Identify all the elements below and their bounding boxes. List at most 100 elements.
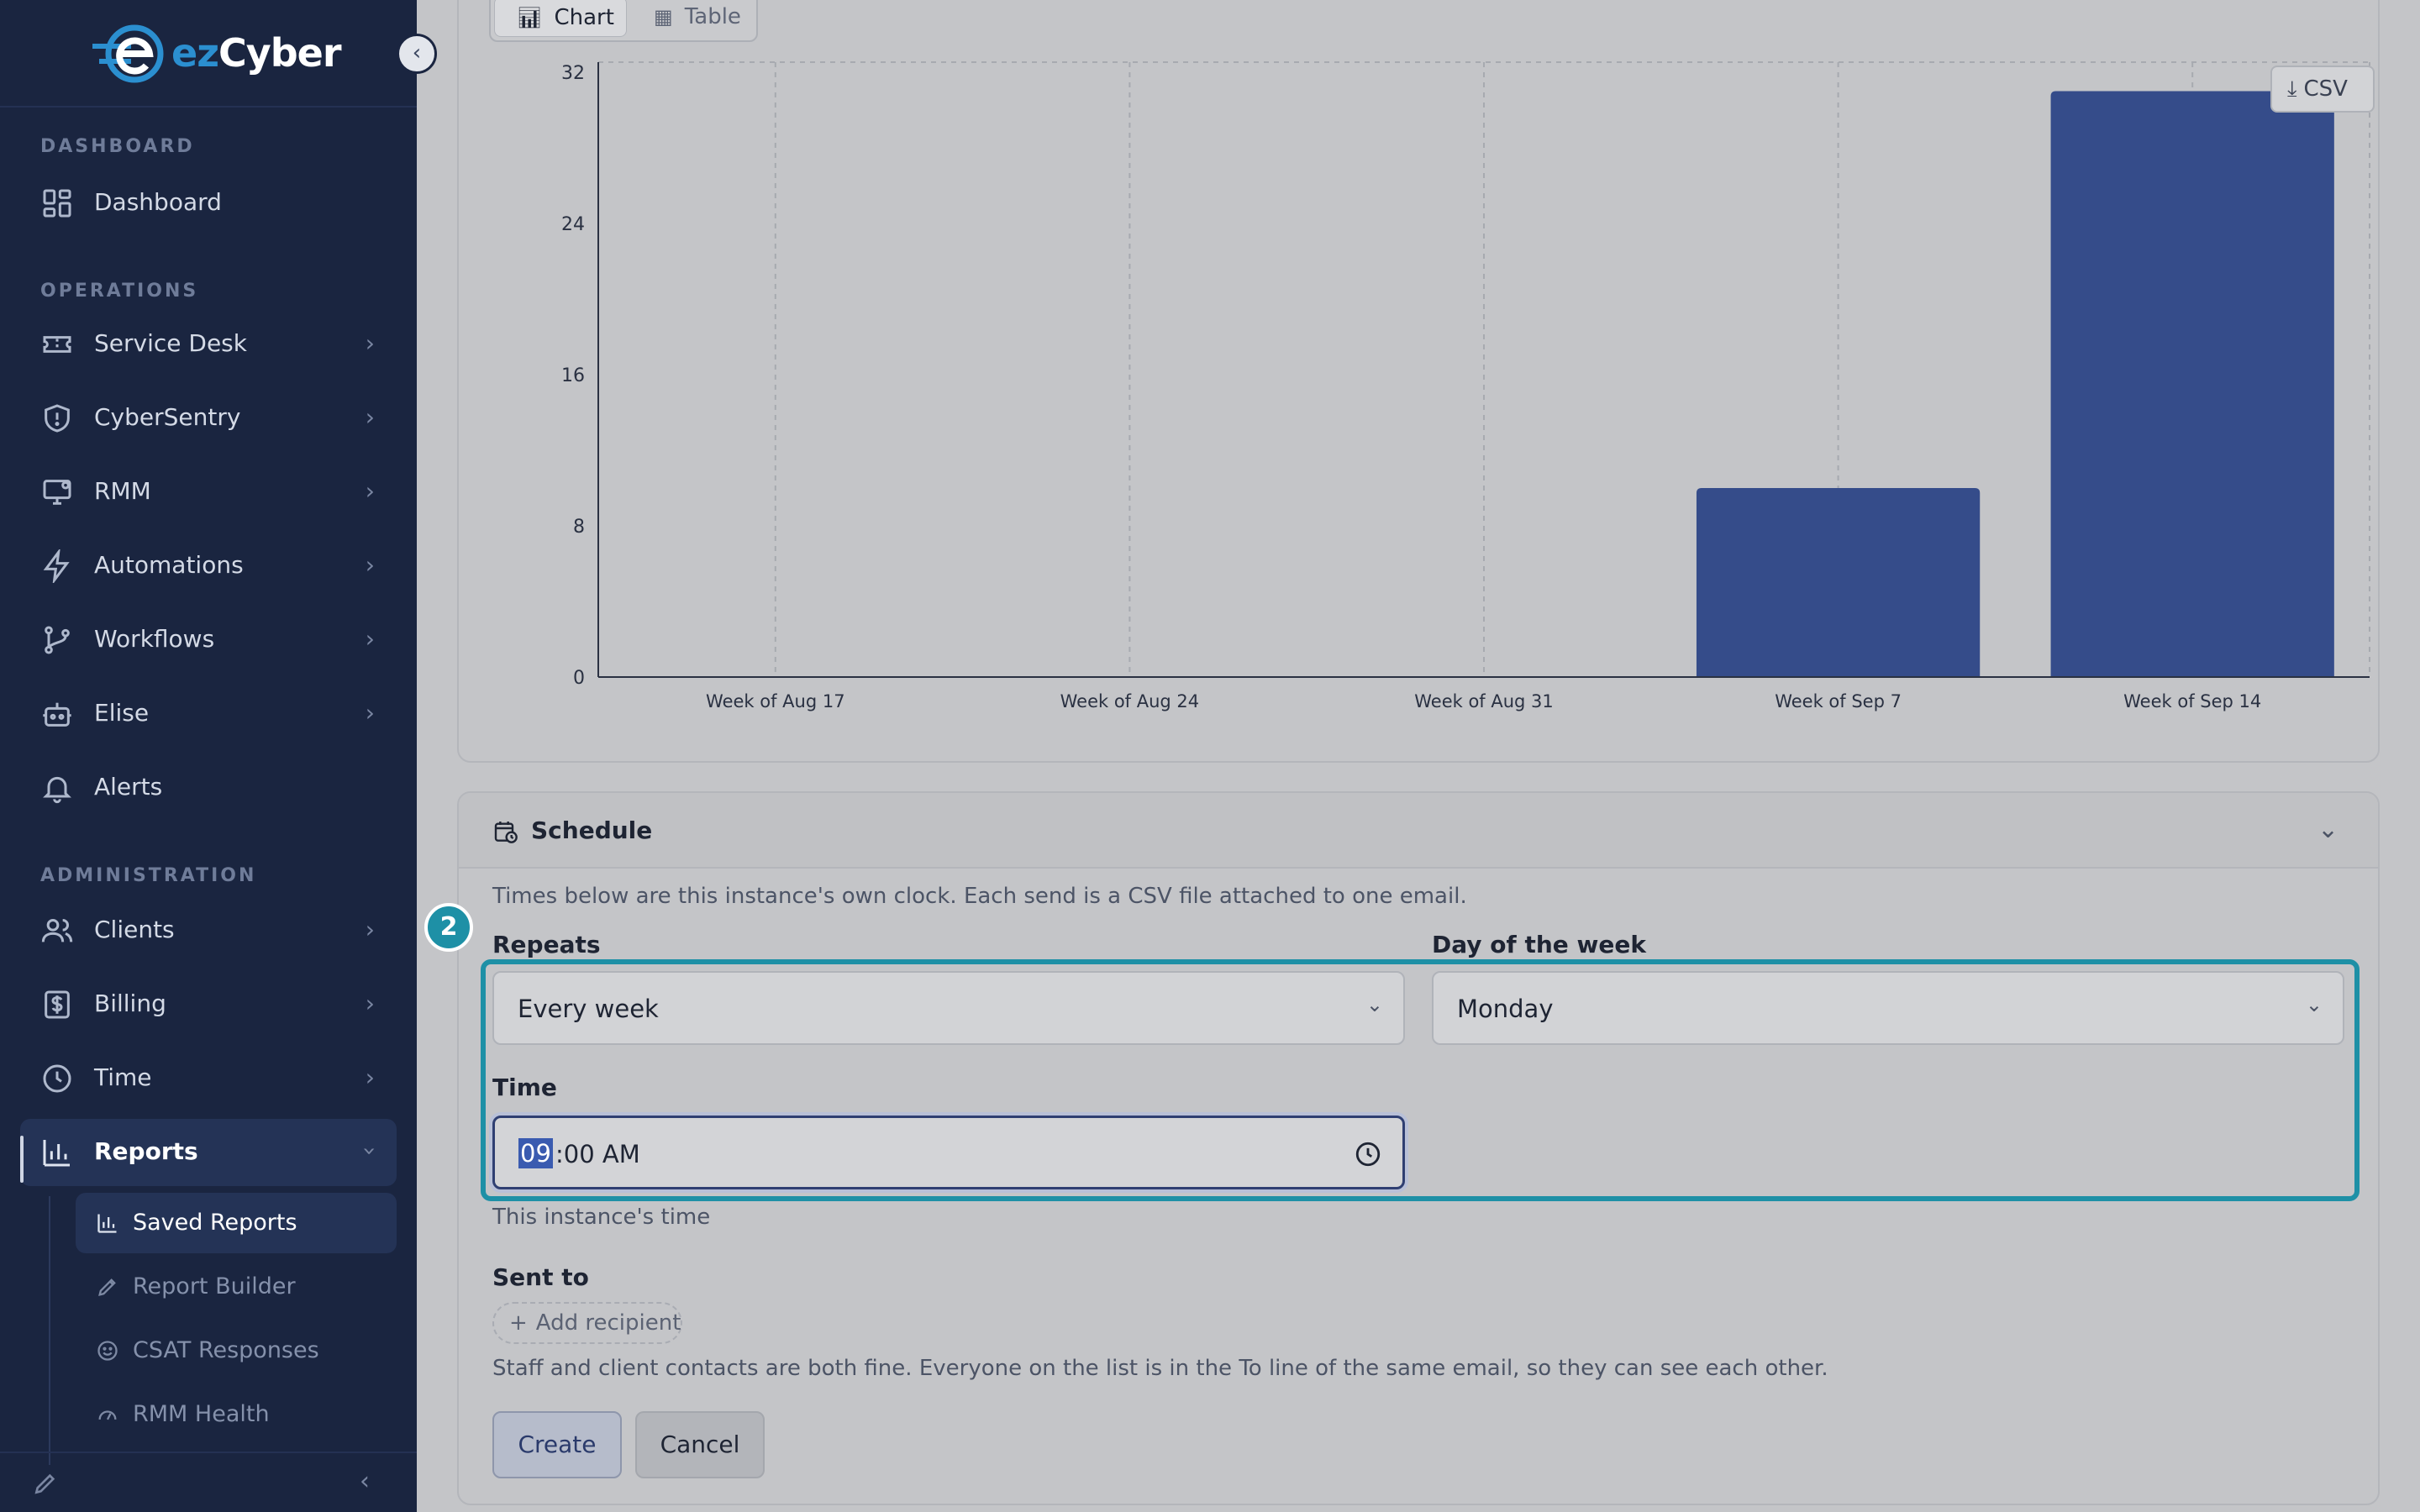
y-tick-label: 24 <box>561 214 585 235</box>
chevron-left-icon[interactable]: ‹ <box>360 1467 370 1496</box>
ezcyber-logo[interactable]: ezCyber <box>91 20 342 87</box>
git-branch-icon <box>40 623 74 657</box>
dashboard-icon <box>40 186 74 220</box>
chevron-down-icon[interactable]: ⌄ <box>2317 815 2338 844</box>
schedule-title: Schedule <box>531 816 653 844</box>
sidebar-item-clients[interactable]: Clients › <box>20 897 397 964</box>
sidebar-item-cybersentry[interactable]: CyberSentry › <box>20 385 397 452</box>
bell-icon <box>40 771 74 805</box>
y-tick-label: 0 <box>573 668 585 689</box>
x-tick-label: Week of Aug 17 <box>706 691 845 711</box>
step-highlight-box <box>481 959 2360 1201</box>
logo-wordmark: ezCyber <box>171 30 342 76</box>
sidebar-subitem-label: RMM Health <box>133 1401 270 1427</box>
chevron-right-icon: › <box>365 990 375 1017</box>
sent-to-label: Sent to <box>492 1263 589 1291</box>
sidebar-item-label: Clients <box>94 916 175 943</box>
sidebar-footer: ‹ <box>0 1452 417 1512</box>
x-tick-label: Week of Sep 14 <box>2123 691 2261 711</box>
smile-icon <box>96 1339 119 1362</box>
sidebar-item-workflows[interactable]: Workflows › <box>20 606 397 674</box>
bar-chart-icon <box>40 1136 74 1169</box>
tab-chart[interactable]: 📊︎ Chart <box>494 0 627 37</box>
sidebar-item-label: Automations <box>94 551 244 579</box>
create-button[interactable]: Create <box>492 1411 622 1478</box>
schedule-description: Times below are this instance's own cloc… <box>492 884 1467 909</box>
sidebar-item-automations[interactable]: Automations › <box>20 533 397 600</box>
tab-chart-label: Chart <box>554 5 614 30</box>
logo-mark-icon <box>92 24 164 83</box>
section-label-dashboard: DASHBOARD <box>40 136 195 157</box>
y-tick-label: 32 <box>561 63 585 84</box>
chevron-right-icon: › <box>365 477 375 505</box>
cancel-button[interactable]: Cancel <box>635 1411 765 1478</box>
shield-icon <box>40 402 74 435</box>
add-recipient-button[interactable]: + Add recipient <box>492 1302 682 1344</box>
sidebar-item-label: Time <box>94 1063 152 1091</box>
section-label-operations: OPERATIONS <box>40 281 199 302</box>
submenu-guide-line <box>49 1196 50 1465</box>
calendar-clock-icon <box>494 822 518 843</box>
repeats-label: Repeats <box>492 931 601 958</box>
sidebar-item-label: Elise <box>94 699 150 727</box>
brand-header: ezCyber <box>0 0 417 108</box>
monitor-icon <box>40 475 74 509</box>
chevron-down-icon: › <box>355 1146 384 1157</box>
sidebar-item-label: RMM <box>94 477 151 505</box>
sidebar-item-label: CyberSentry <box>94 403 241 431</box>
edit-pencil-icon[interactable] <box>32 1470 59 1497</box>
sidebar-subitem-rmm-health[interactable]: RMM Health <box>76 1384 397 1445</box>
chevron-right-icon: › <box>365 625 375 653</box>
sidebar-collapse-button[interactable]: ‹ <box>397 34 437 74</box>
sidebar-item-service-desk[interactable]: Service Desk › <box>20 311 397 378</box>
sidebar-subitem-label: CSAT Responses <box>133 1337 319 1363</box>
bar-week-of-sep-7 <box>1696 488 1981 677</box>
sidebar-item-dashboard[interactable]: Dashboard <box>20 170 397 237</box>
users-icon <box>40 914 74 948</box>
bar-chart-icon: 📊︎ <box>517 6 543 29</box>
sidebar-subitem-saved-reports[interactable]: Saved Reports <box>76 1193 397 1253</box>
y-tick-label: 8 <box>573 517 585 538</box>
x-tick-label: Week of Aug 31 <box>1414 691 1554 711</box>
tab-table[interactable]: ▦ Table <box>632 0 750 37</box>
sidebar-item-elise[interactable]: Elise › <box>20 680 397 748</box>
day-of-week-label: Day of the week <box>1432 931 1646 958</box>
robot-icon <box>40 697 74 731</box>
app-window: ezCyber ‹ DASHBOARD Dashboard OPERATIONS… <box>0 0 2420 1512</box>
chevron-right-icon: › <box>365 329 375 357</box>
view-toggle: 📊︎ Chart ▦ Table <box>489 0 758 42</box>
csv-download-button[interactable]: ⤓ CSV <box>2270 66 2375 113</box>
active-indicator <box>20 1136 24 1183</box>
csv-button-label: CSV <box>2303 76 2348 102</box>
chevron-right-icon: › <box>365 1063 375 1091</box>
sidebar-item-reports[interactable]: Reports › <box>20 1119 397 1186</box>
pencil-ruler-icon <box>96 1275 119 1299</box>
step-badge: 2 <box>424 903 473 952</box>
sidebar-item-rmm[interactable]: RMM › <box>20 459 397 526</box>
sidebar-item-label: Billing <box>94 990 166 1017</box>
y-tick-label: 16 <box>561 365 585 386</box>
sidebar-subitem-csat-responses[interactable]: CSAT Responses <box>76 1320 397 1381</box>
chevron-right-icon: › <box>365 551 375 579</box>
chevron-right-icon: › <box>365 699 375 727</box>
sidebar-item-label: Workflows <box>94 625 215 653</box>
schedule-header[interactable]: Schedule ⌄ <box>459 793 2378 869</box>
sidebar-subitem-report-builder[interactable]: Report Builder <box>76 1257 397 1317</box>
sidebar: ezCyber ‹ DASHBOARD Dashboard OPERATIONS… <box>0 0 437 1512</box>
table-icon: ▦ <box>654 5 673 29</box>
sidebar-item-alerts[interactable]: Alerts <box>20 754 397 822</box>
sidebar-item-time[interactable]: Time › <box>20 1045 397 1112</box>
tab-table-label: Table <box>684 4 741 29</box>
main-content: 0 8 16 24 32 Week of Aug 17 Week of Aug 24 Week… <box>417 0 2420 1512</box>
sidebar-item-label: Service Desk <box>94 329 247 357</box>
sidebar-item-label: Reports <box>94 1137 198 1165</box>
clock-icon <box>40 1062 74 1095</box>
x-tick-label: Week of Aug 24 <box>1060 691 1200 711</box>
sidebar-item-billing[interactable]: Billing › <box>20 971 397 1038</box>
sidebar-subitem-label: Report Builder <box>133 1273 296 1299</box>
chevron-right-icon: › <box>365 403 375 431</box>
sent-to-note: Staff and client contacts are both fine.… <box>492 1356 1828 1381</box>
ticket-icon <box>40 328 74 361</box>
add-recipient-label: Add recipient <box>535 1310 681 1336</box>
download-icon: ⤓ <box>2287 76 2297 102</box>
